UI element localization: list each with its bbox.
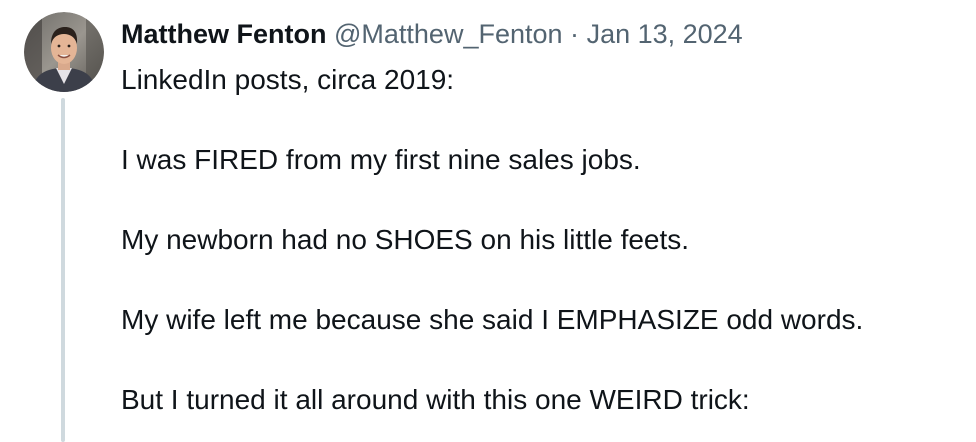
header-separator: · xyxy=(570,19,580,49)
post-date[interactable]: Jan 13, 2024 xyxy=(587,19,743,49)
author-display-name[interactable]: Matthew Fenton xyxy=(121,19,326,49)
tweet-header: Matthew Fenton @Matthew_Fenton · Jan 13,… xyxy=(121,14,743,54)
tweet-text-line: My wife left me because she said I EMPHA… xyxy=(121,304,864,335)
avatar-photo-icon xyxy=(24,12,104,92)
tweet-text: LinkedIn posts, circa 2019: I was FIRED … xyxy=(121,60,961,420)
thread-line xyxy=(61,98,65,442)
tweet-text-line: I was FIRED from my first nine sales job… xyxy=(121,144,641,175)
tweet-text-line: LinkedIn posts, circa 2019: xyxy=(121,64,455,95)
author-handle[interactable]: @Matthew_Fenton xyxy=(334,19,563,49)
tweet-text-line: But I turned it all around with this one… xyxy=(121,384,750,415)
avatar[interactable] xyxy=(24,12,104,92)
tweet-text-line: My newborn had no SHOES on his little fe… xyxy=(121,224,690,255)
tweet: Matthew Fenton @Matthew_Fenton · Jan 13,… xyxy=(0,0,976,442)
